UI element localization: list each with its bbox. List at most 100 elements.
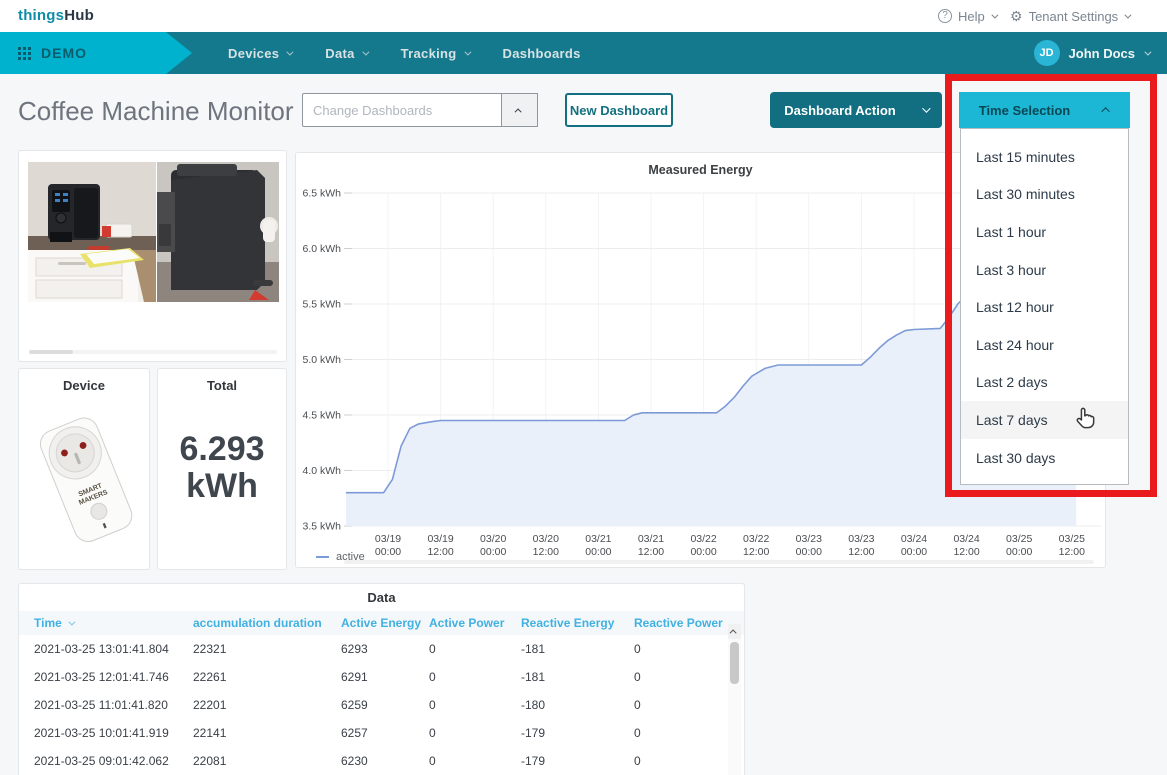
chevron-down-icon xyxy=(921,104,931,113)
svg-text:03/21: 03/21 xyxy=(585,533,611,545)
table-row[interactable]: 2021-03-25 13:01:41.804 22321 6293 0 -181 0 xyxy=(19,635,744,663)
column-header-active-power[interactable]: Active Power xyxy=(429,616,521,630)
nav-item-data[interactable]: Data xyxy=(325,46,370,61)
avatar: JD xyxy=(1033,40,1060,66)
svg-text:00:00: 00:00 xyxy=(901,546,927,558)
svg-text:5.5 kWh: 5.5 kWh xyxy=(302,299,341,311)
svg-text:12:00: 12:00 xyxy=(848,546,874,558)
svg-text:5.0 kWh: 5.0 kWh xyxy=(302,354,341,366)
table-cell: 2021-03-25 13:01:41.804 xyxy=(34,642,169,656)
dashboard-action-label: Dashboard Action xyxy=(784,102,896,118)
table-cell: -180 xyxy=(521,698,546,712)
chevron-down-icon xyxy=(463,48,471,56)
table-row[interactable]: 2021-03-25 11:01:41.820 22201 6259 0 -180 0 xyxy=(19,691,744,719)
table-cell: 0 xyxy=(429,642,436,656)
coffee-machine-photo-1 xyxy=(28,162,156,302)
table-row[interactable]: 2021-03-25 12:01:41.746 22261 6291 0 -181 0 xyxy=(19,663,744,691)
time-option-last-7-days[interactable]: Last 7 days xyxy=(961,401,1128,439)
svg-text:3.5 kWh: 3.5 kWh xyxy=(302,521,341,533)
time-option-last-3-hour[interactable]: Last 3 hour xyxy=(961,251,1128,289)
table-cell: 22321 xyxy=(193,642,227,656)
dashboard-action-button[interactable]: Dashboard Action xyxy=(770,92,942,128)
app-logo[interactable]: thingsHub xyxy=(18,7,94,24)
svg-text:12:00: 12:00 xyxy=(953,546,979,558)
logo-hub: Hub xyxy=(64,7,94,24)
tenant-settings-label: Tenant Settings xyxy=(1028,8,1119,24)
chevron-down-icon xyxy=(1144,48,1152,56)
column-header-active-energy[interactable]: Active Energy xyxy=(341,616,429,630)
new-dashboard-button[interactable]: New Dashboard xyxy=(565,93,673,127)
table-cell: 2021-03-25 11:01:41.820 xyxy=(34,698,168,712)
table-cell: 2021-03-25 09:01:42.062 xyxy=(34,754,169,768)
svg-text:03/25: 03/25 xyxy=(1059,533,1085,545)
column-header-label: Reactive Power xyxy=(634,616,723,630)
svg-text:12:00: 12:00 xyxy=(533,546,559,558)
scroll-thumb[interactable] xyxy=(730,642,739,684)
table-cell: 6259 xyxy=(341,698,368,712)
help-menu[interactable]: ? Help xyxy=(938,0,999,32)
table-cell: 6293 xyxy=(341,642,368,656)
smart-plug-image: SMART MAKERS xyxy=(33,407,137,562)
svg-text:12:00: 12:00 xyxy=(427,546,453,558)
device-panel-title: Device xyxy=(63,378,105,393)
svg-text:03/25: 03/25 xyxy=(1006,533,1032,545)
table-row[interactable]: 2021-03-25 09:01:42.062 22081 6230 0 -179 0 xyxy=(19,747,744,775)
top-bar: thingsHub ? Help ⚙ Tenant Settings xyxy=(0,0,1167,32)
time-option-last-2-days[interactable]: Last 2 days xyxy=(961,364,1128,402)
change-dashboards-toggle[interactable] xyxy=(501,93,538,127)
table-cell: 22141 xyxy=(193,726,227,740)
svg-text:03/24: 03/24 xyxy=(901,533,927,545)
time-selection-label: Time Selection xyxy=(978,102,1071,118)
user-menu[interactable]: JD John Docs xyxy=(1033,32,1152,74)
column-header-label: accumulation duration xyxy=(193,616,322,630)
svg-text:6.0 kWh: 6.0 kWh xyxy=(302,243,341,255)
nav-item-label: Dashboards xyxy=(502,45,581,61)
photos-hscrollbar[interactable] xyxy=(29,350,277,354)
time-option-last-15-minutes[interactable]: Last 15 minutes xyxy=(961,138,1128,176)
scroll-up-button[interactable] xyxy=(728,624,741,639)
total-panel-title: Total xyxy=(206,378,238,393)
tenant-settings-menu[interactable]: ⚙ Tenant Settings xyxy=(1010,0,1132,32)
time-option-last-1-hour[interactable]: Last 1 hour xyxy=(961,213,1128,251)
chevron-down-icon xyxy=(1124,11,1132,19)
table-header-row: Time accumulation duration Active Energy Ac… xyxy=(19,611,744,635)
nav-item-devices[interactable]: Devices xyxy=(228,46,294,61)
chart-hscrollbar[interactable] xyxy=(344,560,1094,564)
coffee-machine-photos-panel xyxy=(18,150,287,362)
nav-item-tracking[interactable]: Tracking xyxy=(401,46,471,61)
time-option-last-30-minutes[interactable]: Last 30 minutes xyxy=(961,176,1128,214)
column-header-time[interactable]: Time xyxy=(34,616,193,630)
gear-icon: ⚙ xyxy=(1010,7,1023,24)
column-header-accumulation-duration[interactable]: accumulation duration xyxy=(193,616,341,630)
table-vscrollbar[interactable] xyxy=(728,624,741,775)
sort-chevron-icon xyxy=(68,618,76,626)
main-nav: DEMO Devices Data Tracking Dashboards JD Jo… xyxy=(0,32,1167,74)
svg-text:12:00: 12:00 xyxy=(743,546,769,558)
table-cell: -179 xyxy=(521,726,546,740)
svg-text:03/23: 03/23 xyxy=(848,533,874,545)
tenant-switcher[interactable]: DEMO xyxy=(0,32,192,74)
time-selection-dropdown: Last 15 minutes Last 30 minutes Last 1 hou… xyxy=(960,128,1129,485)
time-selection-button[interactable]: Time Selection xyxy=(959,92,1130,128)
table-cell: 22201 xyxy=(193,698,227,712)
change-dashboards-input[interactable] xyxy=(302,93,502,127)
table-cell: 0 xyxy=(429,670,436,684)
svg-text:00:00: 00:00 xyxy=(375,546,401,558)
table-row[interactable]: 2021-03-25 10:01:41.919 22141 6257 0 -179 0 xyxy=(19,719,744,747)
time-option-last-24-hour[interactable]: Last 24 hour xyxy=(961,326,1128,364)
time-option-last-30-days[interactable]: Last 30 days xyxy=(961,439,1128,477)
table-cell: 6291 xyxy=(341,670,368,684)
svg-text:00:00: 00:00 xyxy=(690,546,716,558)
table-cell: -181 xyxy=(521,670,546,684)
column-header-reactive-energy[interactable]: Reactive Energy xyxy=(521,616,634,630)
svg-text:12:00: 12:00 xyxy=(1059,546,1085,558)
nav-item-dashboards[interactable]: Dashboards xyxy=(503,46,581,61)
time-option-last-12-hour[interactable]: Last 12 hour xyxy=(961,288,1128,326)
table-cell: -181 xyxy=(521,642,546,656)
nav-items: Devices Data Tracking Dashboards xyxy=(228,32,581,74)
chevron-down-icon xyxy=(991,11,999,19)
tenant-name: DEMO xyxy=(41,45,87,61)
logo-things: things xyxy=(18,7,65,24)
table-cell: 0 xyxy=(429,754,436,768)
column-header-label: Time xyxy=(34,616,62,630)
